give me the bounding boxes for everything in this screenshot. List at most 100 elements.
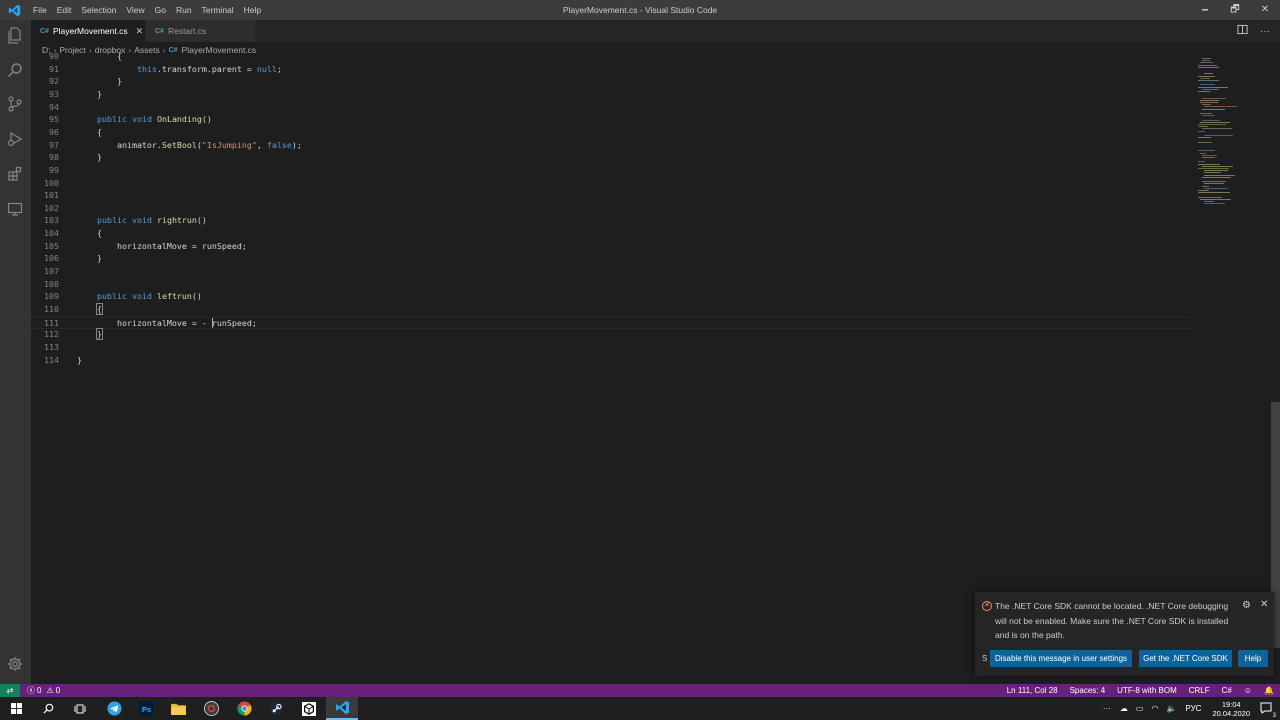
tab-restart[interactable]: C# Restart.cs bbox=[145, 20, 255, 42]
notifications-bell-icon[interactable]: 🔔 bbox=[1258, 686, 1280, 695]
get-sdk-button[interactable]: Get the .NET Core SDK bbox=[1139, 650, 1232, 667]
chrome-icon[interactable] bbox=[228, 697, 260, 720]
close-tab-icon[interactable]: ✕ bbox=[136, 26, 144, 37]
run-debug-icon[interactable] bbox=[5, 129, 25, 149]
manage-gear-icon[interactable] bbox=[5, 654, 25, 674]
split-editor-icon[interactable] bbox=[1237, 24, 1248, 38]
minimap-line bbox=[1198, 126, 1208, 128]
code-line[interactable]: 110 { bbox=[31, 303, 1191, 317]
windows-start-icon[interactable] bbox=[0, 697, 32, 720]
notification-close-icon[interactable]: ✕ bbox=[1260, 599, 1268, 610]
vscode-taskbar-icon[interactable] bbox=[326, 697, 358, 720]
minimap-line bbox=[1202, 88, 1219, 90]
tab-label: PlayerMovement.cs bbox=[52, 26, 128, 36]
minimap-line bbox=[1204, 203, 1225, 205]
indentation[interactable]: Spaces: 4 bbox=[1064, 686, 1112, 695]
code-line[interactable]: 90 { bbox=[31, 51, 1191, 64]
code-line[interactable]: 99 bbox=[31, 165, 1191, 178]
minimap-line bbox=[1198, 150, 1215, 152]
code-line[interactable]: 105 horizontalMove = runSpeed; bbox=[31, 241, 1191, 254]
line-number: 104 bbox=[44, 228, 59, 239]
code-line[interactable]: 92 } bbox=[31, 76, 1191, 89]
clock[interactable]: 19:04 20.04.2020 bbox=[1212, 700, 1250, 718]
minimap[interactable] bbox=[1194, 56, 1270, 684]
code-line[interactable]: 113 bbox=[31, 342, 1191, 355]
code-line[interactable]: 97 animator.SetBool("IsJumping", false); bbox=[31, 140, 1191, 153]
activity-bar bbox=[0, 20, 31, 684]
obs-recorder-icon[interactable] bbox=[195, 697, 227, 720]
explorer-icon[interactable] bbox=[5, 25, 25, 45]
code-line[interactable]: 102 bbox=[31, 203, 1191, 216]
remote-explorer-icon[interactable] bbox=[5, 199, 25, 219]
help-button[interactable]: Help bbox=[1238, 650, 1268, 667]
code-line[interactable]: 114} bbox=[31, 355, 1191, 368]
code-line[interactable]: 106 } bbox=[31, 253, 1191, 266]
menu-help[interactable]: Help bbox=[239, 0, 266, 20]
menu-selection[interactable]: Selection bbox=[76, 0, 121, 20]
steam-icon[interactable] bbox=[260, 697, 292, 720]
taskbar-search-icon[interactable] bbox=[32, 697, 64, 720]
menu-go[interactable]: Go bbox=[150, 0, 171, 20]
more-actions-icon[interactable]: ··· bbox=[1260, 26, 1270, 37]
menu-view[interactable]: View bbox=[121, 0, 149, 20]
code-line[interactable]: 94 bbox=[31, 102, 1191, 115]
code-line[interactable]: 91 this.transform.parent = null; bbox=[31, 64, 1191, 77]
input-language[interactable]: РУС bbox=[1185, 704, 1201, 713]
file-explorer-icon[interactable] bbox=[162, 697, 194, 720]
code-text: { bbox=[95, 303, 103, 315]
task-view-icon[interactable] bbox=[64, 697, 96, 720]
editor-scrollbar[interactable] bbox=[1271, 56, 1280, 684]
battery-icon[interactable]: ▭ bbox=[1136, 704, 1144, 713]
tab-playermovement[interactable]: C# PlayerMovement.cs ✕ bbox=[31, 20, 145, 42]
tray-overflow-icon[interactable]: ··· bbox=[1103, 704, 1111, 713]
menu-run[interactable]: Run bbox=[171, 0, 197, 20]
code-line[interactable]: 98 } bbox=[31, 152, 1191, 165]
code-line[interactable]: 112 } bbox=[31, 328, 1191, 342]
feedback-icon[interactable]: ☺ bbox=[1238, 686, 1258, 695]
minimap-line bbox=[1202, 128, 1232, 130]
line-number: 94 bbox=[49, 101, 59, 112]
search-icon[interactable] bbox=[5, 60, 25, 80]
restore-button[interactable]: 🗗 bbox=[1220, 0, 1250, 20]
volume-icon[interactable]: 🔈 bbox=[1166, 704, 1176, 713]
code-line[interactable]: 100 bbox=[31, 178, 1191, 191]
notification-settings-gear-icon[interactable]: ⚙ bbox=[1242, 600, 1251, 611]
line-number: 110 bbox=[44, 304, 59, 314]
problems-indicator[interactable]: ⓧ 0 ⚠ 0 bbox=[27, 685, 60, 696]
wifi-icon[interactable]: ◠ bbox=[1151, 704, 1158, 713]
close-window-button[interactable]: ✕ bbox=[1250, 0, 1280, 20]
language-mode[interactable]: C# bbox=[1216, 686, 1238, 695]
code-line[interactable]: 111 horizontalMove = - runSpeed; bbox=[31, 316, 1191, 330]
code-line[interactable]: 95 public void OnLanding() bbox=[31, 114, 1191, 127]
action-center-icon[interactable]: 3 bbox=[1260, 702, 1276, 719]
menu-edit[interactable]: Edit bbox=[52, 0, 77, 20]
code-line[interactable]: 104 { bbox=[31, 228, 1191, 241]
line-number: 93 bbox=[49, 88, 59, 99]
code-line[interactable]: 107 bbox=[31, 266, 1191, 279]
minimize-button[interactable]: 🗕 bbox=[1190, 0, 1220, 20]
code-line[interactable]: 108 bbox=[31, 279, 1191, 292]
menu-file[interactable]: File bbox=[28, 0, 52, 20]
minimap-line bbox=[1200, 84, 1215, 86]
code-line[interactable]: 96 { bbox=[31, 127, 1191, 140]
minimap-line bbox=[1198, 168, 1229, 169]
file-encoding[interactable]: UTF-8 with BOM bbox=[1111, 686, 1183, 695]
code-text: { bbox=[77, 228, 102, 239]
unity-icon[interactable] bbox=[293, 697, 325, 720]
remote-indicator-icon[interactable]: ⇄ bbox=[0, 684, 20, 697]
onedrive-cloud-icon[interactable]: ☁ bbox=[1120, 704, 1128, 713]
disable-message-button[interactable]: Disable this message in user settings bbox=[990, 650, 1132, 667]
code-line[interactable]: 109 public void leftrun() bbox=[31, 291, 1191, 304]
extensions-icon[interactable] bbox=[5, 164, 25, 184]
menu-terminal[interactable]: Terminal bbox=[197, 0, 239, 20]
code-line[interactable]: 103 public void rightrun() bbox=[31, 215, 1191, 228]
telegram-icon[interactable] bbox=[98, 697, 130, 720]
line-ending[interactable]: CRLF bbox=[1183, 686, 1216, 695]
photoshop-icon[interactable]: Ps bbox=[130, 697, 162, 720]
cursor-position[interactable]: Ln 111, Col 28 bbox=[1001, 686, 1064, 695]
code-line[interactable]: 93 } bbox=[31, 89, 1191, 102]
code-line[interactable]: 101 bbox=[31, 190, 1191, 203]
code-editor[interactable]: 90 {91 this.transform.parent = null; 92 }… bbox=[31, 51, 1194, 684]
system-tray: ··· ☁ ▭ ◠ 🔈 РУС 19:04 20.04.2020 3 bbox=[1098, 697, 1280, 720]
source-control-icon[interactable] bbox=[5, 94, 25, 114]
